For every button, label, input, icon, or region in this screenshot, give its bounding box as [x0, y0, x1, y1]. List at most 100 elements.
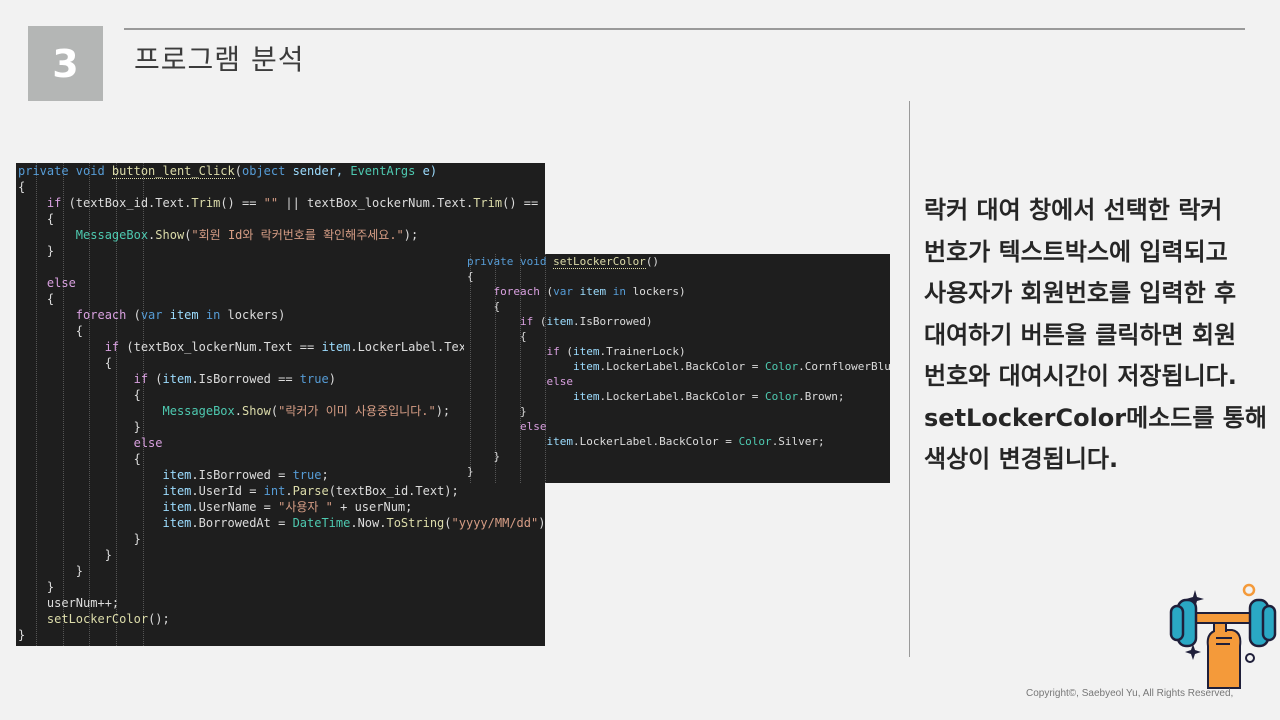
code-token: (	[234, 164, 242, 178]
code-token: {	[18, 388, 141, 402]
code-token: ()	[645, 255, 660, 268]
code-token: + userNum;	[332, 500, 413, 514]
code-line: }	[464, 464, 890, 479]
code-token: e)	[422, 164, 438, 178]
code-token: () ==	[220, 196, 264, 210]
code-token: )	[328, 372, 336, 386]
code-line: setLockerColor();	[16, 611, 545, 627]
code-token: .	[234, 404, 242, 418]
code-line: {	[16, 211, 545, 227]
code-token: private void	[18, 164, 112, 178]
code-token: item	[162, 372, 192, 386]
code-token: button_lent_Click	[111, 164, 235, 179]
code-token: item	[546, 435, 573, 448]
code-token: Color	[765, 360, 799, 373]
code-token: Trim	[191, 196, 221, 210]
code-token: setLockerColor	[46, 612, 149, 626]
code-line: if (item.TrainerLock)	[464, 344, 890, 359]
code-token: foreach	[467, 285, 547, 298]
code-token: item	[572, 360, 600, 373]
code-token: Trim	[473, 196, 503, 210]
vertical-divider	[909, 101, 910, 657]
code-token: }	[18, 580, 55, 594]
code-token: {	[18, 212, 55, 226]
code-token: {	[467, 270, 474, 283]
code-token: else	[467, 420, 547, 433]
code-token: (textBox_lockerNum.Text ==	[126, 340, 322, 354]
code-token: lockers)	[632, 285, 686, 298]
code-token: .Brown;	[798, 390, 845, 403]
code-token: item	[169, 308, 206, 322]
code-token: MessageBox	[162, 404, 235, 418]
code-token: else	[18, 276, 76, 290]
code-line: }	[16, 579, 545, 595]
code-token: if	[18, 372, 156, 386]
code-token: {	[18, 356, 112, 370]
code-token: Parse	[292, 484, 329, 498]
code-token: else	[467, 375, 573, 388]
code-token: in	[612, 285, 633, 298]
code-token: "yyyy/MM/dd"	[451, 516, 539, 530]
code-token: if	[18, 340, 127, 354]
code-token: if	[467, 315, 540, 328]
code-token: sender,	[292, 164, 351, 178]
code-line: }	[464, 404, 890, 419]
code-line: else	[464, 374, 890, 389]
header-divider	[124, 28, 1245, 30]
code-panel-set-locker-color: private void setLockerColor(){ foreach (…	[464, 254, 890, 483]
code-token: }	[18, 532, 141, 546]
code-token: {	[18, 324, 84, 338]
description-line: setLockerColor메소드를 통해	[924, 403, 1267, 432]
code-token: (	[566, 345, 573, 358]
code-token: userNum++;	[18, 596, 120, 610]
code-token: .LockerLabel.BackColor =	[599, 360, 766, 373]
code-token: .TrainerLock)	[599, 345, 686, 358]
description-line: 번호와 대여시간이 저장됩니다.	[924, 362, 1237, 390]
code-token: if	[467, 345, 567, 358]
code-line: item.LockerLabel.BackColor = Color.Cornf…	[464, 359, 890, 374]
code-token: {	[18, 292, 55, 306]
code-token: {	[18, 452, 141, 466]
code-token: item	[162, 484, 192, 498]
code-token: var	[553, 285, 580, 298]
code-token: (	[155, 372, 163, 386]
code-token: if	[18, 196, 69, 210]
code-line: item.UserId = int.Parse(textBox_id.Text)…	[16, 483, 545, 499]
code-line: item.UserName = "사용자 " + userNum;	[16, 499, 545, 515]
code-token: item	[162, 468, 192, 482]
description-line: 사용자가 회원번호를 입력한 후	[924, 279, 1237, 307]
code-token: }	[18, 628, 26, 642]
code-token: }	[467, 405, 527, 418]
description-line: 번호가 텍스트박스에 입력되고	[924, 237, 1228, 266]
code-token: (textBox_id.Text);	[328, 484, 459, 498]
code-token: in	[205, 308, 228, 322]
page-title: 프로그램 분석	[134, 43, 305, 76]
code-token: {	[467, 330, 527, 343]
code-line: {	[464, 329, 890, 344]
code-line: {	[464, 269, 890, 284]
code-token: .BorrowedAt =	[191, 516, 293, 530]
code-token: .CornflowerBlue;	[798, 360, 890, 373]
description-line: 락커 대여 창에서 선택한 락커	[924, 196, 1223, 224]
code-token: .Silver;	[771, 435, 825, 448]
code-token: .IsBorrowed)	[572, 315, 653, 328]
code-token: var	[140, 308, 170, 322]
code-token: Show	[241, 404, 271, 418]
code-token: }	[467, 450, 501, 463]
code-token: (textBox_id.Text.	[68, 196, 192, 210]
code-token: ;	[321, 468, 329, 482]
code-line: }	[16, 531, 545, 547]
code-line: }	[16, 547, 545, 563]
code-token: (	[444, 516, 452, 530]
code-line: else	[464, 419, 890, 434]
code-line: private void button_lent_Click(object se…	[16, 163, 545, 179]
code-token: true	[299, 372, 329, 386]
code-token: private void	[467, 255, 554, 268]
description-text: 락커 대여 창에서 선택한 락커번호가 텍스트박스에 입력되고사용자가 회원번호…	[924, 190, 1267, 481]
code-line: }	[464, 449, 890, 464]
